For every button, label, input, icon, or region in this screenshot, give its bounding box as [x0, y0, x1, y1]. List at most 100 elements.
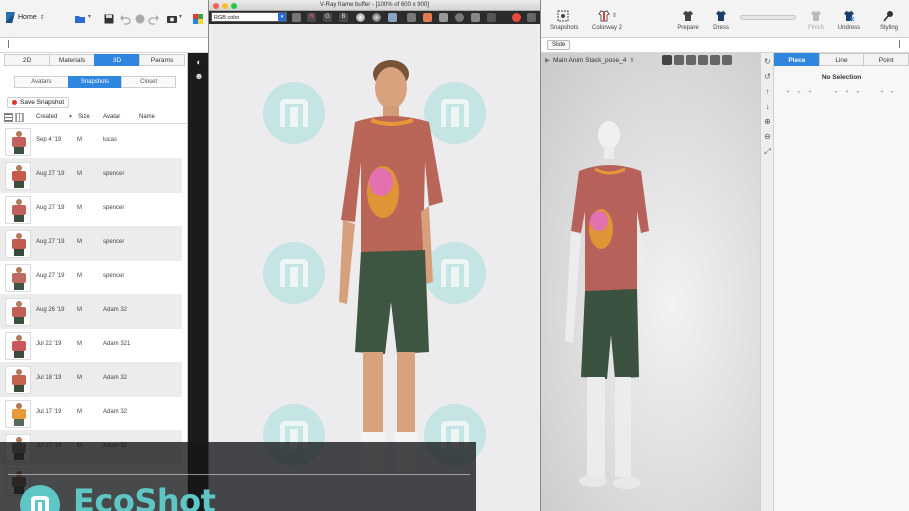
camera-icon[interactable]: [166, 13, 178, 25]
finish-icon[interactable]: [810, 10, 822, 22]
dress-icon[interactable]: [715, 10, 727, 22]
tshirt-colorway-icon[interactable]: [598, 10, 610, 22]
tab-closet[interactable]: Closet: [121, 76, 177, 88]
view-mode-avatar-icon[interactable]: [686, 55, 696, 65]
slide-button[interactable]: Slide: [547, 40, 571, 50]
mono-icon[interactable]: [292, 13, 301, 22]
list-view-icon[interactable]: [4, 113, 13, 122]
save-icon[interactable]: [103, 13, 115, 25]
zoom-in-icon[interactable]: ⊕: [763, 117, 772, 126]
anim-stack-selector[interactable]: ▶ Main Anim Stack_pose_4 ⇕: [545, 56, 634, 65]
rotate-icon[interactable]: ↻: [763, 57, 772, 66]
undo-icon[interactable]: [119, 13, 131, 25]
lock-icon[interactable]: [439, 13, 448, 22]
clear-icon[interactable]: [407, 13, 416, 22]
column-name[interactable]: Name: [139, 114, 155, 120]
sidebar-toggle-icon[interactable]: ❘: [5, 39, 12, 48]
history-icon[interactable]: [423, 13, 432, 22]
tab-point[interactable]: Point: [863, 53, 909, 66]
track-mouse-icon[interactable]: [487, 13, 496, 22]
green-channel-button[interactable]: G: [323, 13, 332, 22]
sphere-dark-icon[interactable]: [372, 13, 381, 22]
channel-select[interactable]: RGB color ▾: [211, 12, 287, 22]
snapshot-row[interactable]: Jul 17 '19 M Adam 32: [0, 397, 182, 431]
column-size[interactable]: Size: [78, 114, 90, 120]
view-mode-wire-icon[interactable]: [722, 55, 732, 65]
close-window-icon[interactable]: [213, 3, 219, 9]
column-avatar[interactable]: Avatar: [103, 114, 120, 120]
render-icon[interactable]: [527, 13, 536, 22]
snapshot-row[interactable]: Jul 22 '19 M Adam 321: [0, 329, 182, 363]
stop-icon[interactable]: [134, 13, 146, 25]
grid-view-icon[interactable]: [15, 113, 24, 122]
region-render-icon[interactable]: [471, 13, 480, 22]
view-mode-mesh-icon[interactable]: [710, 55, 720, 65]
colorway-label[interactable]: Colorway 2: [590, 25, 624, 31]
fit-view-icon[interactable]: ⤢: [763, 147, 772, 156]
rotate-alt-icon[interactable]: ↺: [763, 72, 772, 81]
align-middle-icon[interactable]: ⫞: [845, 89, 851, 95]
save-snapshot-button[interactable]: Save Snapshot: [7, 97, 70, 108]
sort-arrow-icon[interactable]: ▼: [68, 114, 73, 120]
move-up-icon[interactable]: ↑: [763, 87, 772, 96]
styling-icon[interactable]: [883, 10, 895, 22]
tab-2d[interactable]: 2D: [4, 54, 49, 66]
styling-label[interactable]: Styling: [874, 25, 904, 31]
tab-params[interactable]: Params: [139, 54, 185, 66]
snapshot-row[interactable]: Aug 26 '19 M Adam 32: [0, 295, 182, 329]
red-channel-button[interactable]: R: [307, 13, 316, 22]
prepare-label[interactable]: Prepare: [672, 25, 704, 31]
dress-label[interactable]: Dress: [707, 25, 735, 31]
tab-snapshots[interactable]: Snapshots: [67, 76, 122, 88]
panel-collapse-icon[interactable]: ❘: [896, 39, 903, 48]
tab-avatars[interactable]: Avatars: [14, 76, 68, 88]
home-dropdown[interactable]: Home ⇕: [6, 12, 45, 23]
tab-3d[interactable]: 3D: [94, 54, 139, 66]
zoom-out-icon[interactable]: ⊖: [763, 132, 772, 141]
tab-piece[interactable]: Piece: [774, 53, 819, 66]
column-created[interactable]: Created: [36, 114, 57, 120]
snapshot-row[interactable]: Sep 4 '19 Mlucas: [0, 125, 182, 159]
blue-channel-button[interactable]: B: [339, 13, 348, 22]
minimize-window-icon[interactable]: [222, 3, 228, 9]
3d-viewport[interactable]: ▶ Main Anim Stack_pose_4 ⇕: [541, 53, 760, 511]
sphere-icon[interactable]: [356, 13, 365, 22]
save-image-icon[interactable]: [388, 13, 397, 22]
redo-icon[interactable]: [148, 13, 160, 25]
folder-icon[interactable]: [74, 13, 86, 25]
snapshot-row[interactable]: Aug 27 '19 Mspencer: [0, 227, 182, 261]
view-mode-shirt-icon[interactable]: [674, 55, 684, 65]
tab-line[interactable]: Line: [818, 53, 864, 66]
distribute-v-icon[interactable]: ⫟: [890, 89, 896, 95]
snapshots-button-label[interactable]: Snapshots: [550, 25, 578, 31]
color-swatch-icon[interactable]: [192, 13, 204, 25]
progress-slider[interactable]: [740, 15, 796, 20]
render-canvas[interactable]: [213, 26, 538, 511]
undress-icon[interactable]: [843, 10, 855, 22]
play-icon[interactable]: ▶: [545, 56, 550, 64]
undress-label[interactable]: Undress: [834, 25, 864, 31]
view-mode-texture-icon[interactable]: [698, 55, 708, 65]
maximize-window-icon[interactable]: [231, 3, 237, 9]
pin-icon[interactable]: ◐: [194, 57, 204, 67]
snapshot-row[interactable]: Aug 27 '19 Mspencer: [0, 159, 182, 193]
snapshot-row[interactable]: Aug 27 '19 Mspencer: [0, 193, 182, 227]
updown-icon[interactable]: ⇕: [612, 12, 617, 19]
view-mode-solid-icon[interactable]: [662, 55, 672, 65]
align-top-icon[interactable]: ⫟: [834, 89, 840, 95]
snapshot-row[interactable]: Aug 27 '19 Mspencer: [0, 261, 182, 295]
tab-materials[interactable]: Materials: [49, 54, 94, 66]
align-right-icon[interactable]: ⫞: [808, 89, 814, 95]
move-down-icon[interactable]: ↓: [763, 102, 772, 111]
stop-render-icon[interactable]: [512, 13, 521, 22]
dropdown-arrow-icon[interactable]: ▾: [88, 13, 100, 25]
align-bottom-icon[interactable]: ⫟: [856, 89, 862, 95]
prepare-icon[interactable]: [682, 10, 694, 22]
avatar-icon[interactable]: ☻: [194, 71, 204, 81]
finish-label[interactable]: Finish: [802, 25, 830, 31]
lens-icon[interactable]: [455, 13, 464, 22]
distribute-h-icon[interactable]: ⫞: [880, 89, 886, 95]
snapshot-row[interactable]: Jul 18 '19 M Adam 32: [0, 363, 182, 397]
align-center-icon[interactable]: ⫟: [797, 89, 803, 95]
dropdown-arrow-icon[interactable]: ▾: [179, 13, 191, 25]
